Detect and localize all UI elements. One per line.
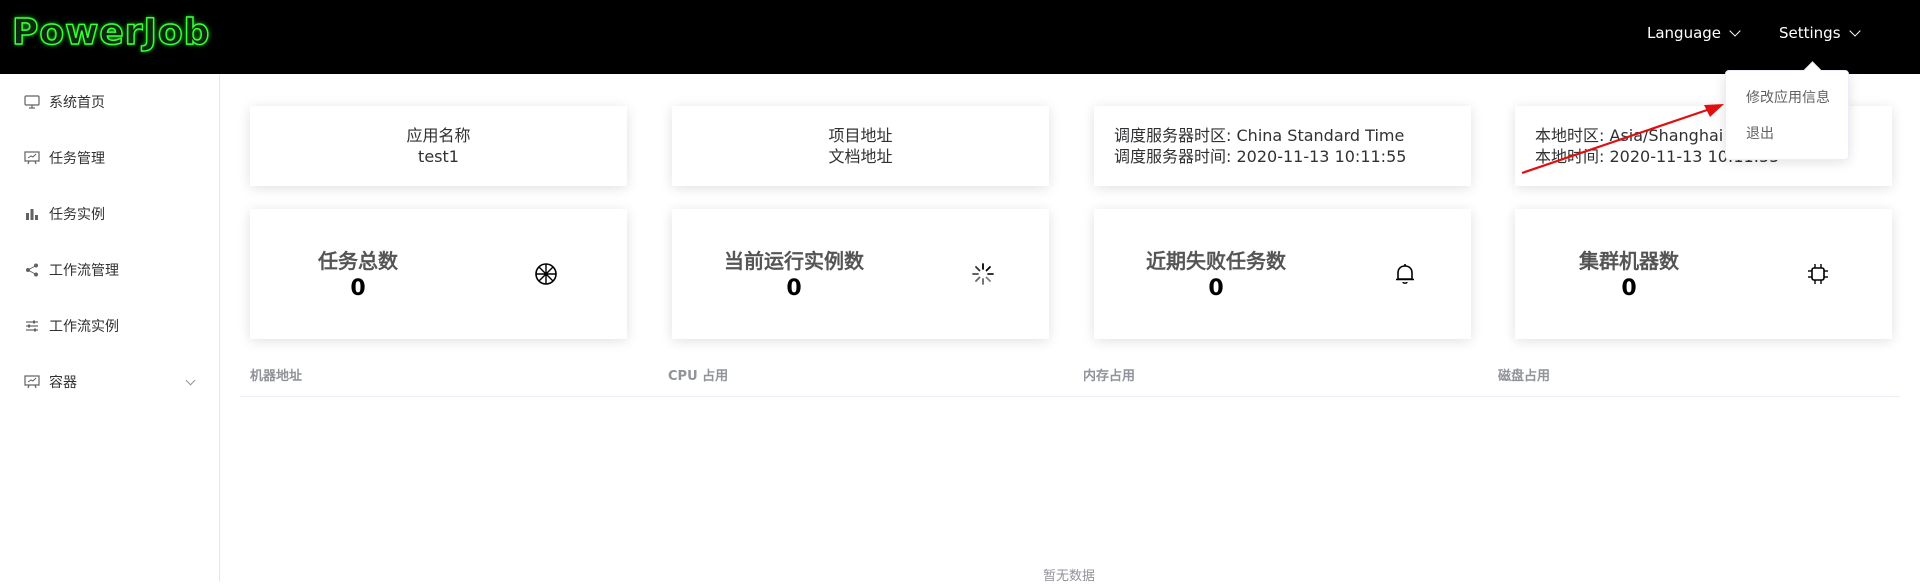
server-timezone-value: China Standard Time [1236, 126, 1405, 145]
chevron-down-icon [1848, 25, 1861, 37]
stat-value: 0 [1208, 276, 1224, 301]
stat-title: 近期失败任务数 [1146, 249, 1286, 273]
loading-icon [972, 263, 994, 285]
stat-value: 0 [350, 276, 366, 301]
annotation-arrow [1521, 104, 1724, 175]
chevron-down-icon [1729, 25, 1741, 37]
bell-icon [1396, 264, 1414, 284]
empty-table-text: 暂无数据 [1043, 569, 1096, 584]
cpu-icon [1808, 264, 1828, 284]
app-name-value: test1 [418, 147, 459, 166]
sidebar-item-containers[interactable]: 容器 [0, 354, 219, 410]
logout-menu-item[interactable]: 退出 [1746, 123, 1774, 143]
server-time-label: 调度服务器时间: [1114, 147, 1232, 166]
column-header-memory[interactable]: 内存占用 [1083, 365, 1135, 384]
presentation-board-icon [24, 150, 40, 166]
stat-value: 0 [1621, 276, 1637, 301]
settings-dropdown: 修改应用信息 退出 [1725, 70, 1849, 160]
server-timezone-label: 调度服务器时区: [1114, 126, 1232, 145]
app-name-label: 应用名称 [406, 126, 471, 145]
sidebar-item-job-instances[interactable]: 任务实例 [0, 186, 219, 242]
settings-menu[interactable]: Settings [1779, 24, 1861, 42]
powerjob-logo[interactable]: PowerJob [11, 11, 210, 53]
stat-title: 当前运行实例数 [724, 249, 864, 273]
sidebar-item-label: 系统首页 [49, 95, 105, 111]
stat-title: 任务总数 [318, 249, 398, 273]
sidebar-item-label: 工作流管理 [49, 263, 119, 279]
project-link[interactable]: 项目地址 [828, 125, 892, 146]
settings-label: Settings [1779, 24, 1841, 42]
server-time-card: 调度服务器时区: China Standard Time 调度服务器时间: 20… [1094, 106, 1471, 186]
sidebar-item-label: 任务管理 [49, 151, 105, 167]
sidebar-item-home[interactable]: 系统首页 [0, 74, 219, 130]
stat-title: 集群机器数 [1579, 249, 1679, 273]
column-header-cpu[interactable]: CPU 占用 [668, 365, 728, 384]
monitor-icon [24, 94, 40, 110]
sidebar-item-workflow-management[interactable]: 工作流管理 [0, 242, 219, 298]
language-menu[interactable]: Language [1647, 24, 1741, 42]
column-header-machine-address[interactable]: 机器地址 [250, 365, 302, 384]
share-icon [24, 262, 40, 278]
language-label: Language [1647, 24, 1722, 42]
stat-card-total-jobs: 任务总数 0 [250, 209, 627, 339]
sidebar-item-label: 容器 [49, 375, 77, 391]
top-header: PowerJob Language Settings [0, 0, 1920, 74]
sliders-icon [24, 318, 40, 334]
presentation-board-icon [24, 374, 40, 390]
stat-card-cluster-machines: 集群机器数 0 [1515, 209, 1892, 339]
stat-card-failed-jobs: 近期失败任务数 0 [1094, 209, 1471, 339]
wheel-icon [535, 263, 557, 285]
server-time-value: 2020-11-13 10:11:55 [1236, 147, 1407, 166]
docs-link[interactable]: 文档地址 [828, 146, 892, 167]
sidebar-item-workflow-instances[interactable]: 工作流实例 [0, 298, 219, 354]
sidebar: 系统首页 任务管理 任务实例 工作流管理 工作流实例 容器 [0, 74, 220, 582]
bar-chart-icon [24, 206, 40, 222]
sidebar-item-label: 工作流实例 [49, 319, 119, 335]
app-name-card: 应用名称 test1 [250, 106, 627, 186]
stat-card-running-instances: 当前运行实例数 0 [672, 209, 1049, 339]
sidebar-item-job-management[interactable]: 任务管理 [0, 130, 219, 186]
chevron-down-icon [185, 375, 196, 385]
sidebar-item-label: 任务实例 [49, 207, 105, 223]
table-header-divider [240, 396, 1900, 397]
column-header-disk[interactable]: 磁盘占用 [1498, 365, 1550, 384]
edit-app-info-menu-item[interactable]: 修改应用信息 [1746, 87, 1830, 107]
links-card: 项目地址 文档地址 [672, 106, 1049, 186]
stat-value: 0 [786, 276, 802, 301]
